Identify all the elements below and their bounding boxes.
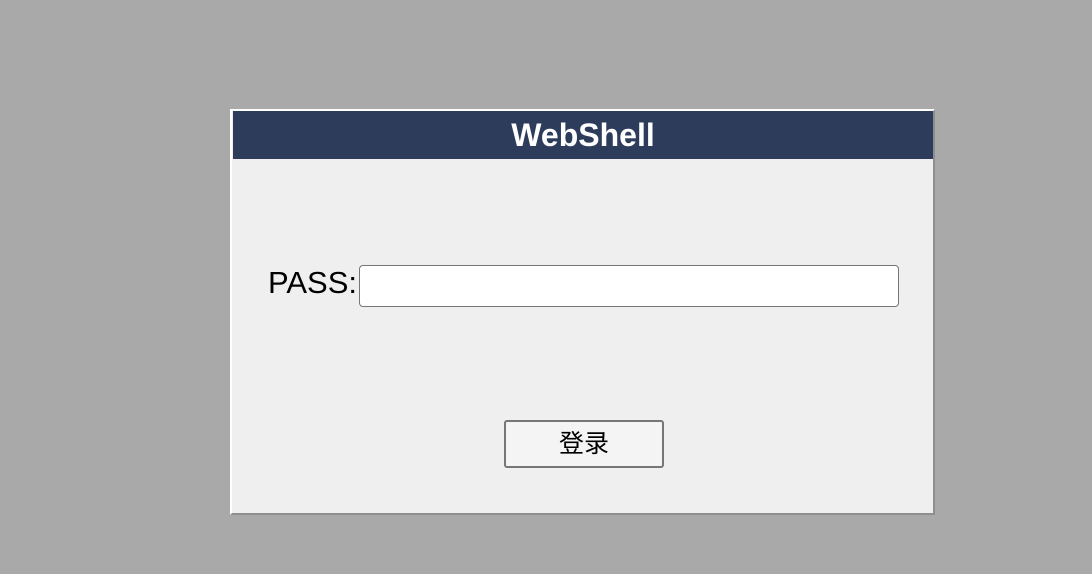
password-input[interactable] xyxy=(359,265,899,307)
login-button[interactable]: 登录 xyxy=(504,420,664,468)
password-label: PASS: xyxy=(268,265,358,300)
login-panel: WebShell PASS: 登录 xyxy=(230,109,935,515)
panel-title: WebShell xyxy=(233,111,933,159)
